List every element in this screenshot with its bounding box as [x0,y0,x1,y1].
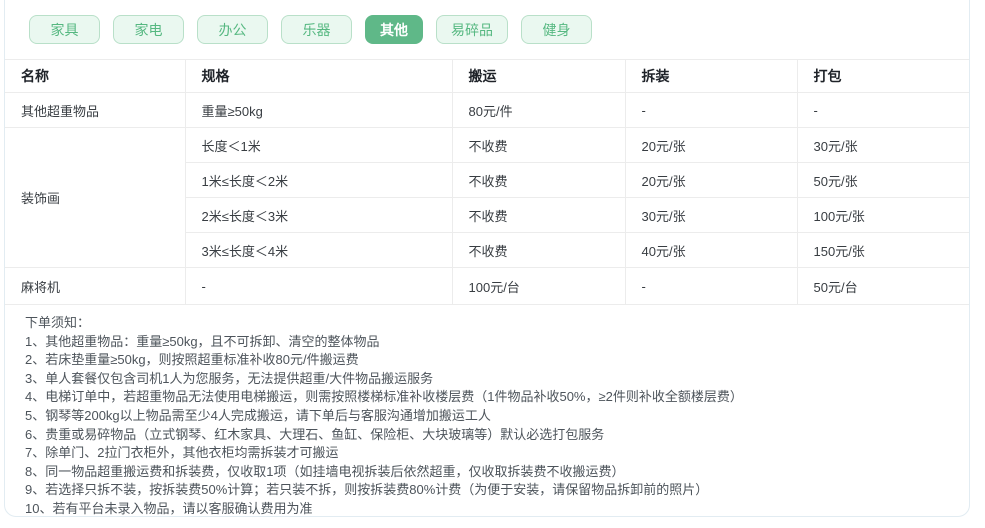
table-cell: 100元/张 [796,197,969,233]
note-item: 7、除单门、2拉门衣柜外，其他衣柜均需拆装才可搬运 [25,445,339,461]
table-cell: 30元/张 [624,197,798,233]
item-name-cell: 装饰画 [5,127,186,268]
table-cell: 长度＜1米 [184,127,453,163]
table-cell: 150元/张 [796,232,969,268]
header-spec: 规格 [184,59,453,93]
table-cell: 不收费 [451,162,626,198]
table-cell: 30元/张 [796,127,969,163]
table-cell: 3米≤长度＜4米 [185,232,453,268]
table-cell: 不收费 [451,127,626,163]
table-cell: - [184,267,453,305]
tab-instruments[interactable]: 乐器 [281,15,352,44]
table-cell: - [624,92,798,128]
table-cell: 重量≥50kg [184,92,453,128]
note-item: 9、若选择只拆不装，按拆装费50%计算；若只装不拆，则按拆装费80%计费（为便于… [25,482,709,498]
note-item: 6、贵重或易碎物品（立式钢琴、红木家具、大理石、鱼缸、保险柜、大块玻璃等）默认必… [25,426,605,442]
header-name: 名称 [5,59,186,93]
table-row: 装饰画 长度＜1米 不收费 20元/张 30元/张 [5,127,969,268]
table-cell: 50元/张 [796,162,969,198]
table-cell: 50元/台 [796,267,969,305]
note-item: 2、若床垫重量≥50kg，则按照超重标准补收80元/件搬运费 [25,352,359,368]
table-cell: 不收费 [451,232,626,268]
table-cell: - [796,92,969,128]
table-row: 其他超重物品 重量≥50kg 80元/件 - - [5,92,969,128]
note-item: 1、其他超重物品：重量≥50kg，且不可拆卸、清空的整体物品 [25,333,380,349]
tab-fragile[interactable]: 易碎品 [436,15,508,44]
category-tab-bar: 家具 家电 办公 乐器 其他 易碎品 健身 [29,15,969,44]
table-cell: 40元/张 [624,232,798,268]
notes-title: 下单须知： [25,315,91,330]
table-cell: - [624,267,798,305]
note-item: 8、同一物品超重搬运费和拆装费，仅收取1项（如挂墙电视拆装后依然超重，仅收取拆装… [25,463,625,479]
table-cell: 不收费 [451,197,626,233]
table-header-row: 名称 规格 搬运 拆装 打包 [5,59,969,93]
note-item: 4、电梯订单中，若超重物品无法使用电梯搬运，则需按照楼梯标准补收楼层费（1件物品… [25,389,743,405]
table-cell: 20元/张 [624,162,798,198]
tab-fitness[interactable]: 健身 [521,15,592,44]
table-cell: 100元/台 [451,267,626,305]
header-carry: 搬运 [451,59,626,93]
note-item: 3、单人套餐仅包含司机1人为您服务，无法提供超重/大件物品搬运服务 [25,370,434,386]
tab-appliances[interactable]: 家电 [113,15,184,44]
pricing-table: 名称 规格 搬运 拆装 打包 其他超重物品 重量≥50kg 80元/件 - - … [5,59,969,305]
item-name-cell: 麻将机 [5,267,186,305]
header-disassembly: 拆装 [624,59,798,93]
pricing-card: 家具 家电 办公 乐器 其他 易碎品 健身 名称 规格 搬运 拆装 打包 其他超… [4,0,970,517]
note-item: 5、钢琴等200kg以上物品需至少4人完成搬运，请下单后与客服沟通增加搬运工人 [25,407,491,423]
tab-furniture[interactable]: 家具 [29,15,100,44]
table-cell: 2米≤长度＜3米 [185,197,453,233]
table-cell: 80元/件 [451,92,626,128]
tab-office[interactable]: 办公 [197,15,268,44]
order-notes: 下单须知： 1、其他超重物品：重量≥50kg，且不可拆卸、清空的整体物品 2、若… [5,305,969,516]
table-cell: 1米≤长度＜2米 [185,162,453,198]
note-item: 10、若有平台未录入物品，请以客服确认费用为准 [25,500,313,516]
item-name-cell: 其他超重物品 [5,92,186,128]
header-packing: 打包 [796,59,969,93]
tab-others[interactable]: 其他 [365,15,423,44]
table-row: 麻将机 - 100元/台 - 50元/台 [5,267,969,305]
table-cell: 20元/张 [624,127,798,163]
